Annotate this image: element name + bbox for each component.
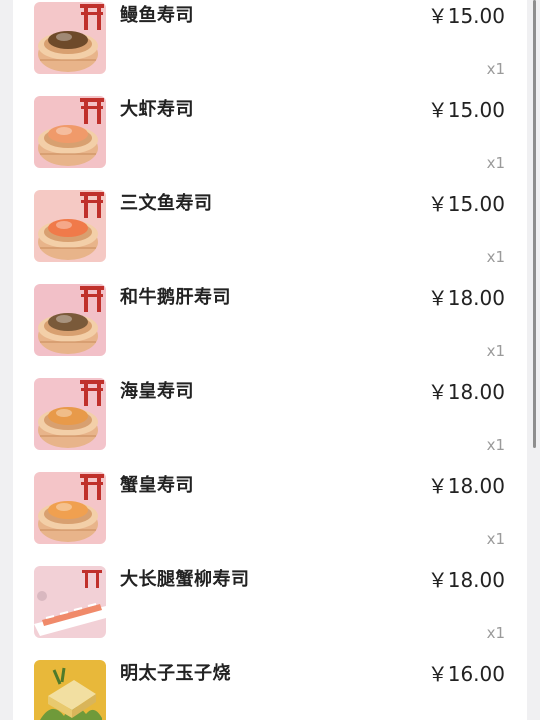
item-name: 鳗鱼寿司 <box>120 5 194 26</box>
order-item-row[interactable]: 明太子玉子烧 ￥16.00 x1 <box>13 650 527 720</box>
shrimp-sushi-image <box>34 96 106 168</box>
order-item-row[interactable]: 大长腿蟹柳寿司 ￥18.00 x1 <box>13 556 527 650</box>
order-item-list: 鳗鱼寿司 ￥15.00 x1 大虾寿司 ￥15.00 x1 三文鱼寿司 ￥15.… <box>13 0 527 720</box>
item-price: ￥18.00 <box>427 474 505 498</box>
scrollbar[interactable] <box>533 0 536 448</box>
item-quantity: x1 <box>486 530 505 548</box>
item-name: 蟹皇寿司 <box>120 475 194 496</box>
item-price: ￥15.00 <box>427 4 505 28</box>
item-price: ￥18.00 <box>427 568 505 592</box>
item-price: ￥15.00 <box>427 192 505 216</box>
item-name: 明太子玉子烧 <box>120 663 231 684</box>
item-name: 三文鱼寿司 <box>120 193 213 214</box>
mentaiko-tamagoyaki-image <box>34 660 106 720</box>
wagyu-foie-gras-sushi-image <box>34 284 106 356</box>
item-name: 大虾寿司 <box>120 99 194 120</box>
item-name: 大长腿蟹柳寿司 <box>120 569 250 590</box>
salmon-sushi-image <box>34 190 106 262</box>
crab-stick-sushi-image <box>34 566 106 638</box>
eel-sushi-image <box>34 2 106 74</box>
order-item-row[interactable]: 和牛鹅肝寿司 ￥18.00 x1 <box>13 274 527 368</box>
order-item-row[interactable]: 大虾寿司 ￥15.00 x1 <box>13 86 527 180</box>
item-quantity: x1 <box>486 342 505 360</box>
order-item-row[interactable]: 鳗鱼寿司 ￥15.00 x1 <box>13 0 527 86</box>
order-item-row[interactable]: 海皇寿司 ￥18.00 x1 <box>13 368 527 462</box>
order-item-row[interactable]: 蟹皇寿司 ￥18.00 x1 <box>13 462 527 556</box>
item-quantity: x1 <box>486 154 505 172</box>
item-price: ￥18.00 <box>427 286 505 310</box>
item-quantity: x1 <box>486 60 505 78</box>
item-price: ￥16.00 <box>427 662 505 686</box>
seafood-sushi-image <box>34 378 106 450</box>
item-quantity: x1 <box>486 624 505 642</box>
item-quantity: x1 <box>486 436 505 454</box>
order-items-card: 鳗鱼寿司 ￥15.00 x1 大虾寿司 ￥15.00 x1 三文鱼寿司 ￥15.… <box>13 0 527 720</box>
item-price: ￥18.00 <box>427 380 505 404</box>
item-quantity: x1 <box>486 248 505 266</box>
item-name: 海皇寿司 <box>120 381 194 402</box>
item-name: 和牛鹅肝寿司 <box>120 287 231 308</box>
order-item-row[interactable]: 三文鱼寿司 ￥15.00 x1 <box>13 180 527 274</box>
crab-roe-sushi-image <box>34 472 106 544</box>
item-price: ￥15.00 <box>427 98 505 122</box>
